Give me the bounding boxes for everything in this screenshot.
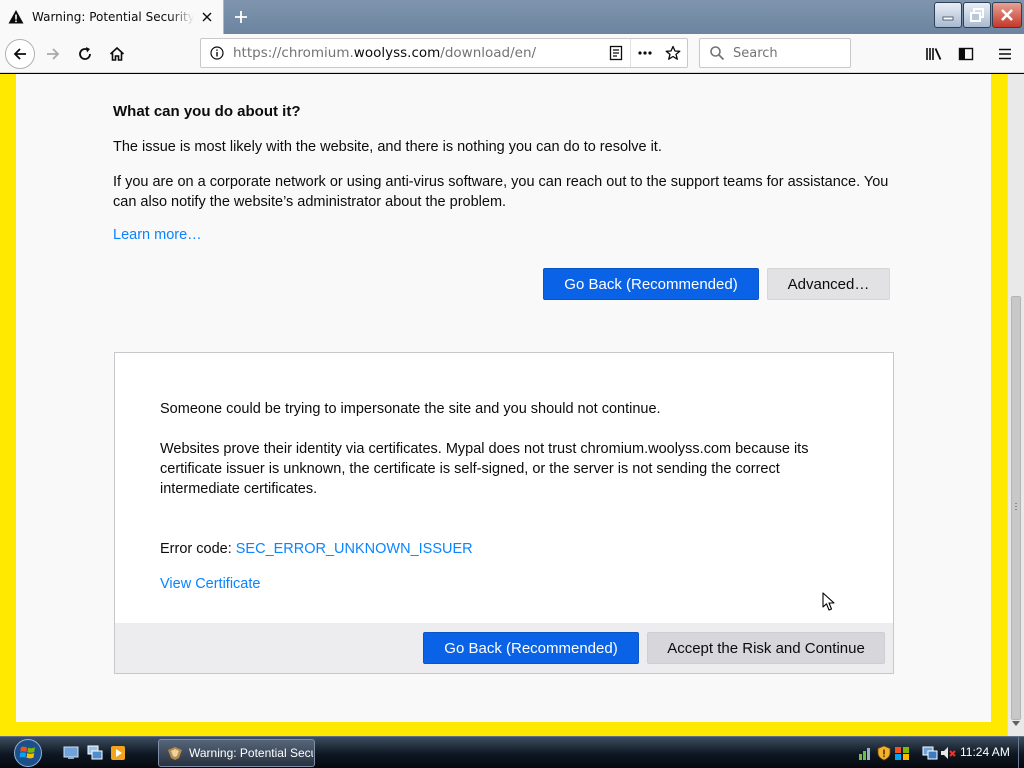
restore-icon [970, 8, 984, 22]
tab-title: Warning: Potential Security Risk Ahead [32, 10, 194, 24]
tab-security-warning[interactable]: Warning: Potential Security Risk Ahead [0, 0, 224, 34]
search-input[interactable] [733, 45, 843, 61]
advanced-panel-footer: Go Back (Recommended) Accept the Risk an… [115, 623, 893, 673]
home-icon [109, 46, 125, 61]
content-viewport: What can you do about it? The issue is m… [0, 74, 1024, 736]
page-actions-button[interactable] [631, 39, 659, 67]
hamburger-menu-icon [999, 48, 1011, 60]
display-tray-icon[interactable] [922, 745, 938, 761]
error-code-link[interactable]: SEC_ERROR_UNKNOWN_ISSUER [236, 541, 473, 557]
arrow-left-icon [13, 48, 26, 60]
show-desktop-button[interactable] [1018, 737, 1024, 768]
browser-app-icon [168, 747, 182, 760]
info-icon[interactable] [210, 46, 224, 60]
advanced-panel: Someone could be trying to impersonate t… [114, 352, 894, 674]
advanced-button[interactable]: Advanced… [767, 268, 890, 300]
back-button[interactable] [5, 39, 35, 69]
reader-view-icon [609, 45, 623, 61]
scroll-grip [1015, 503, 1017, 504]
taskbar-item-browser[interactable]: Warning: Potential Security Risk Ahead [158, 739, 315, 767]
what-can-you-do-heading: What can you do about it? [113, 103, 301, 120]
resolution-paragraph: The issue is most likely with the websit… [113, 139, 662, 155]
restore-window-button[interactable] [963, 2, 991, 28]
star-icon [665, 45, 681, 60]
search-bar[interactable] [699, 38, 851, 68]
minimize-icon [942, 16, 954, 21]
plus-icon [235, 11, 247, 23]
windows-logo-icon [14, 739, 42, 767]
more-dots-icon [638, 51, 652, 55]
close-tab-icon[interactable] [199, 9, 215, 25]
go-back-button-bottom[interactable]: Go Back (Recommended) [423, 632, 639, 664]
error-code-label: Error code: [160, 541, 236, 557]
reload-icon [79, 47, 91, 60]
switch-windows-icon[interactable] [87, 745, 103, 761]
url-host: woolyss.com [353, 45, 441, 61]
security-shield-tray-icon[interactable] [876, 745, 892, 761]
certificate-explanation: Websites prove their identity via certif… [160, 441, 809, 497]
learn-more-link[interactable]: Learn more… [113, 227, 202, 243]
address-bar[interactable]: https://chromium.woolyss.com/download/en… [200, 38, 688, 68]
close-icon [1001, 9, 1013, 21]
scroll-down-arrow-icon[interactable] [1012, 721, 1020, 726]
taskbar-item-label: Warning: Potential Security Risk Ahead [189, 746, 313, 760]
new-tab-button[interactable] [228, 4, 254, 30]
system-clock[interactable]: 11:24 AM [960, 745, 1010, 759]
library-button[interactable] [920, 40, 948, 68]
navigation-toolbar: https://chromium.woolyss.com/download/en… [0, 34, 1024, 73]
sidebar-button[interactable] [952, 40, 980, 68]
arrow-right-icon [47, 48, 60, 60]
reader-view-button[interactable] [602, 39, 630, 67]
home-button[interactable] [102, 39, 132, 69]
impersonation-warning: Someone could be trying to impersonate t… [160, 401, 661, 417]
browser-titlebar: Warning: Potential Security Risk Ahead [0, 0, 1024, 34]
scroll-grip [1015, 509, 1017, 510]
start-button[interactable] [6, 738, 50, 768]
reload-button[interactable] [70, 39, 100, 69]
go-back-button[interactable]: Go Back (Recommended) [543, 268, 759, 300]
minimize-window-button[interactable] [934, 2, 962, 28]
view-certificate-link[interactable]: View Certificate [160, 574, 850, 594]
accept-risk-button[interactable]: Accept the Risk and Continue [647, 632, 885, 664]
open-menu-button[interactable] [991, 40, 1019, 68]
windows-flag-tray-icon[interactable] [894, 745, 910, 761]
url-text[interactable]: https://chromium.woolyss.com/download/en… [233, 45, 602, 61]
error-code-line: Error code: SEC_ERROR_UNKNOWN_ISSUER [160, 539, 850, 559]
mouse-cursor-icon [822, 592, 835, 611]
library-icon [926, 48, 942, 60]
forward-button[interactable] [38, 39, 68, 69]
url-prefix: https://chromium. [233, 45, 354, 61]
close-window-button[interactable] [992, 2, 1022, 28]
sidebar-icon [958, 47, 974, 61]
show-desktop-icon[interactable] [63, 745, 79, 761]
network-tray-icon[interactable] [858, 745, 874, 761]
scroll-grip [1015, 506, 1017, 507]
media-player-icon[interactable] [110, 745, 126, 761]
volume-muted-icon[interactable] [940, 745, 956, 761]
bookmark-button[interactable] [659, 39, 687, 67]
vertical-scrollbar[interactable] [1007, 74, 1024, 736]
warning-icon [8, 10, 24, 24]
scrollbar-thumb[interactable] [1011, 296, 1021, 720]
url-path: /download/en/ [440, 45, 537, 61]
error-page: What can you do about it? The issue is m… [16, 74, 991, 722]
search-icon [710, 46, 725, 61]
windows-taskbar: Warning: Potential Security Risk Ahead 1… [0, 736, 1024, 768]
support-paragraph: If you are on a corporate network or usi… [113, 174, 889, 210]
